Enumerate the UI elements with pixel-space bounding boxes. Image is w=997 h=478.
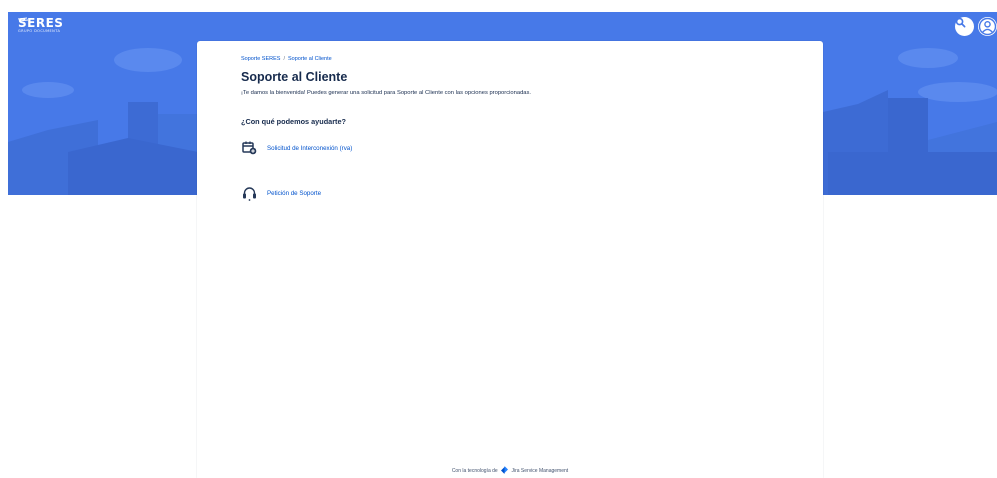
option-label: Petición de Soporte: [267, 189, 322, 197]
logo-subtext: GRUPO DOCUMENTA: [18, 29, 61, 33]
request-type-peticion-soporte[interactable]: Petición de Soporte: [241, 185, 321, 201]
calendar-plus-icon: [241, 140, 257, 156]
logo-swoosh-icon: [18, 17, 28, 22]
footer-prefix: Con la tecnología de: [451, 468, 498, 474]
search-icon: [955, 17, 966, 28]
help-heading: ¿Con qué podemos ayudarte?: [241, 117, 347, 126]
breadcrumb: Soporte SERES / Soporte al Cliente: [241, 56, 332, 62]
search-button[interactable]: [955, 17, 974, 36]
user-avatar-icon: [978, 17, 997, 36]
footer-product-link[interactable]: Jira Service Management: [511, 468, 568, 474]
portal-card: Soporte SERES / Soporte al Cliente Soporte…: [197, 41, 823, 478]
page-title: Soporte al Cliente: [241, 70, 348, 84]
seres-logo[interactable]: SERES GRUPO DOCUMENTA: [18, 17, 63, 34]
breadcrumb-link-current[interactable]: Soporte al Cliente: [288, 56, 332, 62]
welcome-text: ¡Te damos la bienvenida! Puedes generar …: [241, 90, 532, 96]
powered-by-footer: Con la tecnología de Jira Service Manage…: [197, 466, 823, 474]
request-type-interconexion[interactable]: Solicitud de Interconexión (rva): [241, 140, 352, 156]
user-avatar-button[interactable]: [978, 17, 997, 36]
option-label: Solicitud de Interconexión (rva): [267, 144, 353, 152]
breadcrumb-link-portal[interactable]: Soporte SERES: [241, 56, 280, 62]
jira-logo-icon: [501, 466, 509, 474]
breadcrumb-separator: /: [283, 56, 285, 62]
headset-icon: [241, 185, 257, 201]
